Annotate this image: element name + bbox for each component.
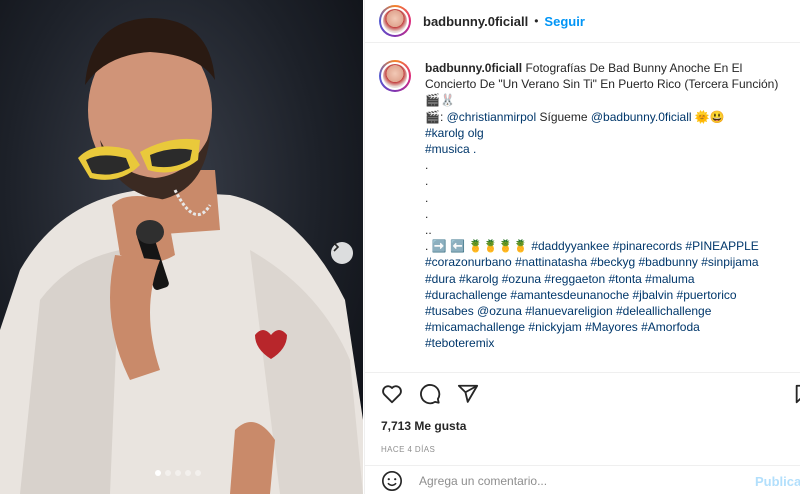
comment-bar: Publicar — [365, 465, 800, 494]
follow-button[interactable]: Seguir — [544, 14, 584, 29]
comment-icon[interactable] — [419, 383, 441, 405]
post-comment-button[interactable]: Publicar — [755, 474, 800, 489]
likes-count[interactable]: 7,713 Me gusta — [381, 419, 466, 433]
separator-dot: • — [534, 14, 539, 28]
post-side-panel: badbunny.0ficiall • Seguir badbunny.0fic… — [364, 0, 800, 494]
carousel-next-button[interactable] — [331, 242, 353, 264]
post-actions: 7,713 Me gusta HACE 4 DÍAS Publicar — [365, 372, 800, 494]
hashtag-link[interactable]: #musica . — [425, 141, 785, 157]
caption-line: . — [425, 174, 429, 189]
share-icon[interactable] — [457, 383, 479, 405]
carousel-dot — [185, 470, 191, 476]
post-date[interactable]: HACE 4 DÍAS — [381, 445, 435, 454]
caption-text-fragment: . ➡️ ⬅️ 🍍🍍🍍🍍 — [425, 239, 532, 254]
avatar[interactable] — [379, 60, 411, 92]
caption-line: Fotografías De Bad Bunny Anoche En El — [525, 61, 743, 75]
concert-photo-illustration — [0, 18, 363, 494]
caption-text-fragment: 🎬: — [425, 109, 447, 124]
header-username[interactable]: badbunny.0ficiall — [423, 14, 528, 29]
caption-line: . — [425, 158, 429, 173]
hashtag-link[interactable]: #karolg olg — [425, 125, 785, 141]
emoji-icon[interactable] — [381, 470, 403, 492]
hashtag-link[interactable]: #durachallenge #amantesdeunanoche #jbalv… — [425, 287, 785, 303]
caption-text: badbunny.0ficiall Fotografías De Bad Bun… — [425, 60, 785, 372]
comment-input[interactable] — [419, 473, 719, 488]
carousel-dot — [155, 470, 161, 476]
caption-text-fragment: 🌞😃 — [691, 109, 725, 124]
heart-icon[interactable] — [381, 383, 403, 405]
caption-text-fragment: Sígueme — [536, 109, 591, 124]
mention-link[interactable]: @christianmirpol — [447, 110, 537, 124]
hashtag-link[interactable]: #tusabes @ozuna #lanuevareligion #deleal… — [425, 303, 785, 319]
caption-line: .. — [425, 223, 432, 238]
mention-link[interactable]: @badbunny.0ficiall — [591, 110, 692, 124]
hashtag-link[interactable]: #teboteremix — [425, 335, 785, 351]
caption-area: badbunny.0ficiall Fotografías De Bad Bun… — [365, 44, 800, 372]
avatar[interactable] — [379, 5, 411, 37]
hashtag-link[interactable]: #daddyyankee #pinarecords #PINEAPPLE — [531, 239, 758, 253]
bookmark-icon[interactable] — [793, 383, 800, 405]
caption-line: . — [425, 206, 429, 221]
caption-line: 🎬🐰 — [425, 93, 455, 108]
action-icons — [381, 383, 479, 405]
hashtag-link[interactable]: #dura #karolg #ozuna #reggaeton #tonta #… — [425, 271, 785, 287]
carousel-dot — [165, 470, 171, 476]
caption-line: Concierto De "Un Verano Sin Ti" En Puert… — [425, 77, 779, 92]
hashtag-link[interactable]: #micamachallenge #nickyjam #Mayores #Amo… — [425, 319, 785, 335]
carousel-dot — [175, 470, 181, 476]
caption-username[interactable]: badbunny.0ficiall — [425, 61, 522, 75]
hashtag-link[interactable]: #corazonurbano #nattinatasha #beckyg #ba… — [425, 254, 785, 270]
post-header: badbunny.0ficiall • Seguir — [365, 0, 800, 43]
carousel-dot — [195, 470, 201, 476]
carousel-indicator — [155, 470, 201, 476]
caption-line: . — [425, 190, 429, 205]
post-photo[interactable] — [0, 0, 363, 494]
